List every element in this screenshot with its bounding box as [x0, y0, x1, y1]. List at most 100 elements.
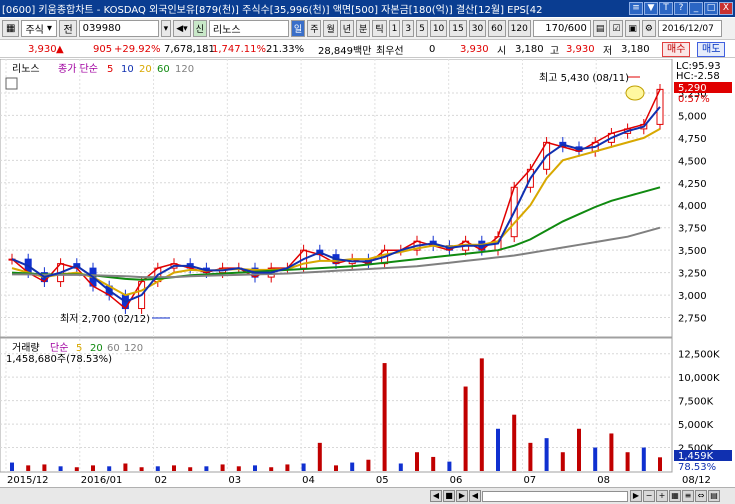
volume-bar: [253, 465, 257, 471]
price-legend-name: 리노스: [12, 63, 40, 75]
minute-1[interactable]: 1: [388, 20, 401, 37]
list-icon[interactable]: ≡: [682, 490, 694, 502]
count-input[interactable]: 170/600: [532, 20, 591, 37]
gear-icon[interactable]: ⚙: [641, 20, 656, 37]
chart-type-icon[interactable]: ▤: [708, 490, 720, 502]
help-icon[interactable]: ?: [674, 2, 688, 15]
tab-minute[interactable]: 분: [356, 20, 371, 37]
expand-icon[interactable]: ⇔: [695, 490, 707, 502]
chart-area[interactable]: 5,250 5,000 4,750 4,500 4,250 4,000 3,750 3,500…: [0, 58, 735, 487]
minute-3[interactable]: 3: [402, 20, 415, 37]
up-arrow-icon: ▲: [56, 43, 64, 55]
tab-year[interactable]: 년: [339, 20, 355, 37]
buy-button[interactable]: 매수: [662, 42, 691, 57]
volume-value-line: 1,458,680주(78.53%): [6, 354, 112, 365]
scroll-left-icon[interactable]: ◀: [469, 490, 481, 502]
layout-icon[interactable]: ▦: [2, 20, 20, 37]
volume-bar: [301, 463, 306, 471]
x-axis: 2015/12 2016/01 02 03 04 05 06 07 08 08/12: [7, 475, 711, 486]
title-bar: [0600] 키움종합차트 - KOSDAQ 외국인보유[879(천)] 주식수…: [0, 0, 735, 17]
tab-tick[interactable]: 틱: [372, 20, 387, 37]
maximize-icon[interactable]: □: [704, 2, 718, 15]
volume-bar: [139, 467, 144, 471]
price-tick-label: 3,750: [678, 224, 707, 235]
sell-button[interactable]: 매도: [697, 42, 726, 57]
stop-icon[interactable]: ■: [443, 490, 455, 502]
minimize-icon[interactable]: _: [689, 2, 703, 15]
search-icon[interactable]: ▾: [160, 20, 172, 37]
volume-legend-name: 거래량: [12, 342, 40, 354]
stock-code-input[interactable]: 039980: [78, 20, 159, 37]
high-note: 최고 5,430 (08/11): [539, 72, 629, 84]
minute-120[interactable]: 120: [507, 20, 531, 37]
turnover-rate: 21.33%: [266, 43, 305, 55]
price-tick-label: 3,000: [678, 291, 707, 302]
volume-bar: [155, 466, 160, 471]
close-icon[interactable]: X: [719, 2, 733, 15]
date-input[interactable]: 2016/12/07: [658, 20, 722, 37]
market-select[interactable]: 주식 ▾: [21, 20, 58, 37]
price-tick-label: 4,000: [678, 201, 707, 212]
trade-amount: 28,849백만: [318, 45, 372, 57]
volume-bar: [172, 465, 176, 471]
toolbar: ▦ 주식 ▾ 전 039980 ▾ ◀▾ 신 리노스 일 주 월 년 분 틱 1…: [0, 18, 735, 40]
save-icon[interactable]: ▣: [625, 20, 640, 37]
volume-bar: [398, 463, 403, 471]
price-tick-label: 5,000: [678, 111, 707, 122]
volume-tick-label: 7,500K: [678, 397, 714, 408]
ma60-label: 60: [157, 64, 170, 75]
pin-icon[interactable]: T: [659, 2, 673, 15]
first-icon[interactable]: ◀: [430, 490, 442, 502]
time-tick-label: 03: [228, 475, 241, 486]
current-price-value: 5,290: [678, 83, 707, 94]
grid-toggle-icon[interactable]: ▦: [669, 490, 681, 502]
volume-tick-label: 5,000K: [678, 420, 714, 431]
zoom-out-icon[interactable]: −: [643, 490, 655, 502]
calendar-icon[interactable]: [5, 77, 18, 90]
vma5-label: 5: [76, 343, 82, 354]
quote-current: 3,930: [460, 43, 489, 55]
minute-60[interactable]: 60: [488, 20, 506, 37]
price-volume-chart[interactable]: 5,2505,0004,7504,5004,2504,0003,7503,500…: [0, 58, 735, 487]
prev-button[interactable]: 전: [59, 20, 77, 37]
price-tick-label: 3,500: [678, 246, 707, 257]
window-title: [0600] 키움종합차트 - KOSDAQ 외국인보유[879(천)] 주식수…: [2, 5, 543, 16]
minute-5[interactable]: 5: [416, 20, 428, 37]
volume-bar: [528, 442, 533, 471]
volume-legend-ma: 단순: [50, 342, 68, 354]
end-date-label: 08/12: [682, 475, 711, 486]
ma20-label: 20: [139, 64, 152, 75]
minute-10[interactable]: 10: [429, 20, 448, 37]
scrollbar-track[interactable]: [482, 491, 628, 502]
volume-bar: [447, 461, 452, 471]
tab-week[interactable]: 주: [307, 20, 322, 37]
price-tick-label: 2,750: [678, 314, 707, 325]
high-label: 고: [550, 45, 560, 57]
volume-bar: [236, 466, 241, 471]
minute-30[interactable]: 30: [468, 20, 487, 37]
time-tick-label: 02: [155, 475, 168, 486]
tab-day[interactable]: 일: [290, 20, 306, 37]
grid-icon[interactable]: ▤: [592, 20, 608, 37]
scroll-right-icon[interactable]: ▶: [630, 490, 642, 502]
tab-month[interactable]: 월: [323, 20, 338, 37]
checkbox-icon[interactable]: ☑: [609, 20, 624, 37]
current-price-pct: 0.57%: [678, 94, 710, 105]
hc-label: HC:-2.58: [676, 71, 720, 82]
high-value: 3,930: [566, 43, 595, 55]
time-tick-label: 08: [597, 475, 610, 486]
next-icon[interactable]: ▶: [456, 490, 468, 502]
volume-bar: [285, 464, 290, 471]
price-axis: 5,2505,0004,7504,5004,2504,0003,7503,500…: [678, 89, 707, 325]
dropdown-icon[interactable]: ▼: [644, 2, 658, 15]
menu-icon[interactable]: ≡: [629, 2, 643, 15]
open-label: 시: [497, 45, 507, 57]
open-value: 3,180: [515, 43, 544, 55]
speaker-icon[interactable]: ◀▾: [173, 20, 191, 37]
bottom-nav-bar: ◀ ■ ▶ ◀ ▶ − + ▦ ≡ ⇔ ▤: [0, 487, 735, 504]
volume-bar: [26, 465, 31, 471]
price-tick-label: 4,250: [678, 179, 707, 190]
low-note: 최저 2,700 (02/12): [60, 313, 150, 325]
zoom-in-icon[interactable]: +: [656, 490, 668, 502]
minute-15[interactable]: 15: [449, 20, 467, 37]
